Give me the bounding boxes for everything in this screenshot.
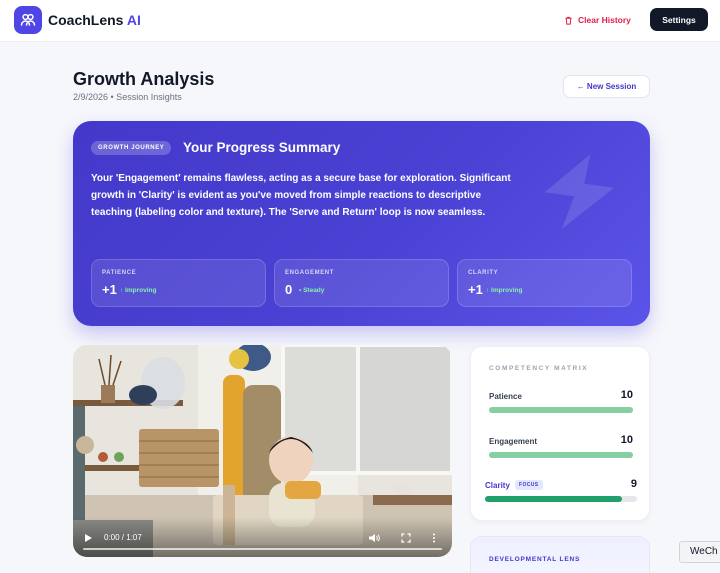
growth-journey-badge: GROWTH JOURNEY	[91, 141, 172, 155]
video-controls: 0:00 / 1:07	[73, 517, 452, 557]
competency-bar	[485, 496, 637, 502]
metric-clarity: CLARITY +1 ↑ Improving	[457, 259, 632, 307]
play-icon[interactable]	[84, 533, 93, 543]
settings-button[interactable]: Settings	[650, 8, 708, 31]
metric-value: +1	[102, 282, 117, 297]
metric-label: PATIENCE	[102, 270, 137, 276]
lens-title: DEVELOPMENTAL LENS	[489, 556, 581, 563]
metric-engagement: ENGAGEMENT 0 • Steady	[274, 259, 449, 307]
competency-value: 10	[620, 434, 633, 446]
competency-value: 10	[620, 389, 633, 401]
video-time: 0:00 / 1:07	[104, 533, 142, 542]
competency-label: Clarity	[485, 481, 510, 490]
competency-matrix-card: COMPETENCY MATRIX Patience 10 Engagement…	[470, 346, 650, 521]
page-title: Growth Analysis	[73, 69, 215, 89]
competency-bar	[489, 452, 633, 458]
metric-value: +1	[468, 282, 483, 297]
trash-icon	[565, 16, 572, 25]
competency-bar-fill	[489, 452, 633, 458]
brand-logo[interactable]	[14, 6, 42, 34]
progress-summary-card: GROWTH JOURNEY Your Progress Summary You…	[73, 121, 650, 326]
metric-value: 0	[285, 282, 293, 297]
summary-text: Your 'Engagement' remains flawless, acti…	[91, 173, 511, 218]
fullscreen-icon[interactable]	[401, 533, 411, 543]
matrix-title: COMPETENCY MATRIX	[489, 365, 589, 372]
brand-name: CoachLens AI	[48, 12, 141, 28]
clear-history-button[interactable]: Clear History	[564, 9, 631, 31]
more-vertical-icon[interactable]	[432, 533, 436, 543]
volume-icon[interactable]	[368, 533, 380, 543]
competency-bar	[489, 407, 633, 413]
brand-name-text: CoachLens	[48, 12, 124, 28]
competency-bar-fill	[485, 496, 622, 502]
competency-value: 9	[630, 478, 637, 490]
top-bar: CoachLens AI Clear History Settings	[0, 0, 720, 42]
page-subtitle: 2/9/2026 • Session Insights	[73, 92, 182, 102]
competency-label: Engagement	[489, 437, 538, 446]
new-session-button[interactable]: ← New Session	[563, 75, 650, 98]
summary-title: Your Progress Summary	[183, 140, 341, 155]
lightning-bolt-icon	[544, 154, 614, 229]
users-icon	[20, 13, 36, 26]
wechat-tooltip: WeCh	[679, 541, 720, 563]
competency-bar-fill	[489, 407, 633, 413]
video-progress-bar[interactable]	[83, 548, 442, 550]
focus-badge: FOCUS	[515, 480, 543, 490]
metric-patience: PATIENCE +1 ↑ Improving	[91, 259, 266, 307]
metric-trend: ↑ Improving	[120, 287, 157, 294]
developmental-lens-card: DEVELOPMENTAL LENS	[470, 536, 650, 573]
clear-history-label: Clear History	[578, 15, 631, 25]
metric-label: CLARITY	[468, 270, 499, 276]
metric-trend: • Steady	[299, 287, 325, 294]
metric-trend: ↑ Improving	[486, 287, 523, 294]
session-video-player[interactable]: 0:00 / 1:07	[73, 345, 452, 557]
brand-name-suffix: AI	[126, 12, 141, 28]
metric-label: ENGAGEMENT	[285, 270, 335, 276]
competency-label: Patience	[489, 392, 522, 401]
